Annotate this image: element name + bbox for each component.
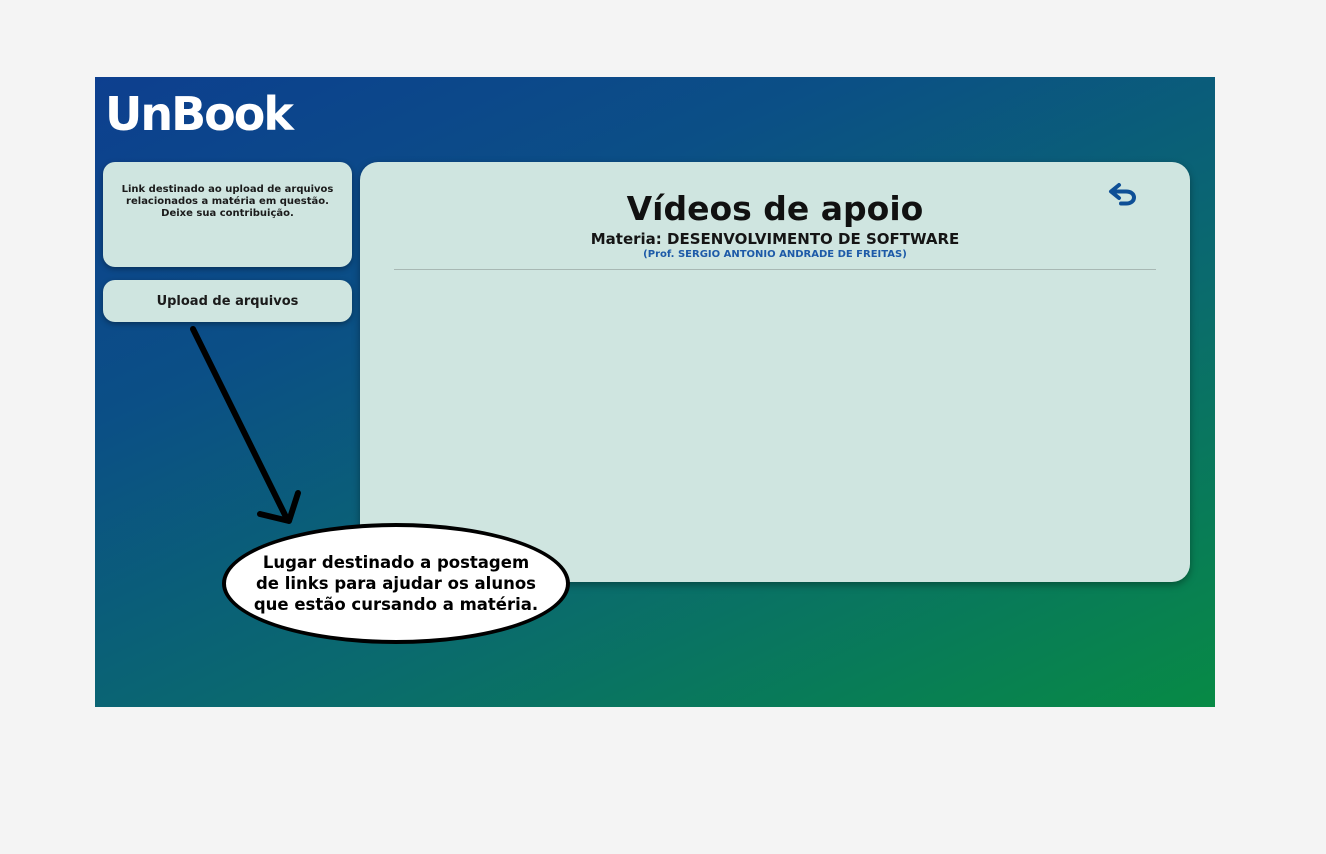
upload-info-text: Link destinado ao upload de arquivos rel…: [121, 184, 334, 219]
panel-divider: [394, 269, 1156, 270]
back-button[interactable]: [1108, 182, 1138, 208]
app-window: UnBook Link destinado ao upload de arqui…: [95, 77, 1215, 707]
page-title: Vídeos de apoio: [626, 189, 924, 228]
upload-info-card: Link destinado ao upload de arquivos rel…: [103, 162, 352, 267]
unbook-logo[interactable]: UnBook: [105, 91, 294, 137]
upload-files-label: Upload de arquivos: [156, 293, 299, 309]
subject-label: Materia: DESENVOLVIMENTO DE SOFTWARE: [590, 230, 960, 248]
video-links-area: [394, 277, 1156, 567]
undo-arrow-icon: [1109, 183, 1136, 206]
videos-panel: Vídeos de apoio Materia: DESENVOLVIMENTO…: [360, 162, 1190, 582]
upload-files-button[interactable]: Upload de arquivos: [103, 280, 352, 322]
professor-label: (Prof. SERGIO ANTONIO ANDRADE DE FREITAS…: [643, 249, 907, 260]
